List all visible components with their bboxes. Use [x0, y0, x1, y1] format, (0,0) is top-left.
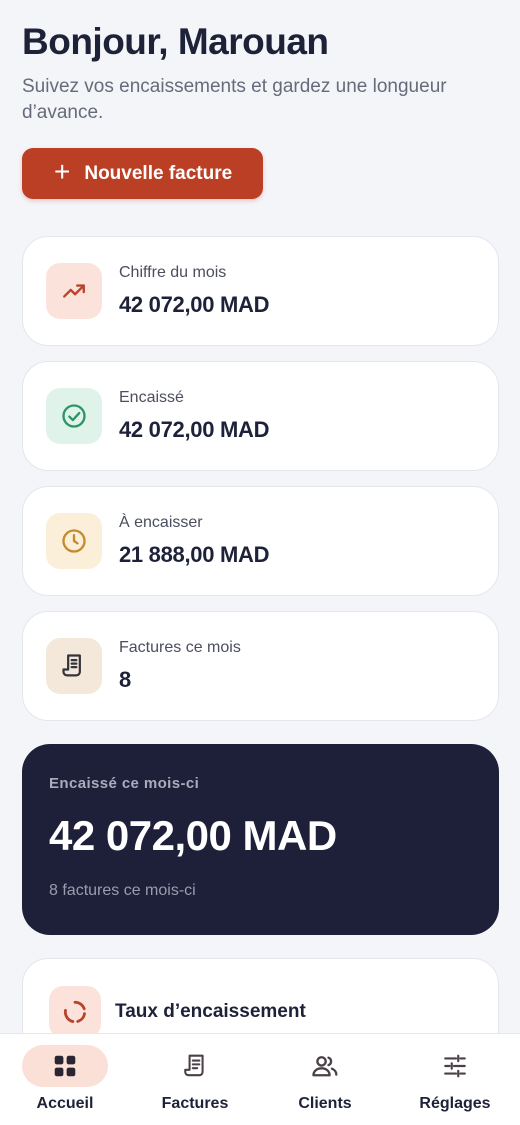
- greeting-title: Bonjour, Marouan: [22, 21, 329, 62]
- stat-label: Chiffre du mois: [119, 264, 227, 281]
- collection-rate-label: Taux d’encaissement: [115, 1001, 306, 1022]
- stats-list: Chiffre du mois 42 072,00 MAD Encaissé 4…: [22, 236, 499, 721]
- new-invoice-button[interactable]: + Nouvelle facture: [22, 148, 263, 199]
- sliders-icon: [412, 1045, 498, 1087]
- main-content: Bonjour, Marouan Suivez vos encaissement…: [0, 0, 520, 1078]
- nav-label: Accueil: [36, 1095, 94, 1112]
- stat-label: À encaisser: [119, 514, 203, 531]
- donut-icon: [49, 986, 101, 1038]
- nav-item-settings[interactable]: Réglages: [390, 1045, 520, 1113]
- nav-item-clients[interactable]: Clients: [260, 1045, 390, 1113]
- stat-value: 42 072,00 MAD: [119, 417, 270, 442]
- summary-label: Encaissé ce mois-ci: [49, 775, 200, 792]
- new-invoice-label: Nouvelle facture: [84, 162, 233, 184]
- summary-amount: 42 072,00 MAD: [49, 812, 337, 859]
- clock-icon: [46, 513, 102, 569]
- stat-value: 21 888,00 MAD: [119, 542, 270, 567]
- nav-item-invoices[interactable]: Factures: [130, 1045, 260, 1113]
- users-icon: [282, 1045, 368, 1087]
- trending-up-icon: [46, 263, 102, 319]
- stat-card-to-collect[interactable]: À encaisser 21 888,00 MAD: [22, 486, 499, 596]
- receipt-icon: [46, 638, 102, 694]
- invoice-icon: [152, 1045, 238, 1087]
- greeting-subtitle: Suivez vos encaissements et gardez une l…: [22, 76, 447, 123]
- stat-value: 8: [119, 667, 131, 692]
- nav-label: Factures: [161, 1095, 229, 1112]
- stat-card-collected[interactable]: Encaissé 42 072,00 MAD: [22, 361, 499, 471]
- stat-card-monthly-revenue[interactable]: Chiffre du mois 42 072,00 MAD: [22, 236, 499, 346]
- stat-label: Factures ce mois: [119, 639, 241, 656]
- stat-card-invoices-month[interactable]: Factures ce mois 8: [22, 611, 499, 721]
- plus-icon: +: [54, 156, 71, 187]
- bottom-navigation: Accueil Factures Clients Réglages: [0, 1033, 520, 1125]
- collected-summary-card: Encaissé ce mois-ci 42 072,00 MAD 8 fact…: [22, 744, 499, 935]
- check-circle-icon: [46, 388, 102, 444]
- nav-label: Clients: [298, 1095, 352, 1112]
- nav-label: Réglages: [419, 1095, 491, 1112]
- home-screen: Bonjour, Marouan Suivez vos encaissement…: [0, 0, 520, 1125]
- summary-subtitle: 8 factures ce mois-ci: [49, 882, 196, 899]
- grid-icon: [22, 1045, 108, 1087]
- stat-value: 42 072,00 MAD: [119, 292, 270, 317]
- nav-item-home[interactable]: Accueil: [0, 1045, 130, 1113]
- stat-label: Encaissé: [119, 389, 184, 406]
